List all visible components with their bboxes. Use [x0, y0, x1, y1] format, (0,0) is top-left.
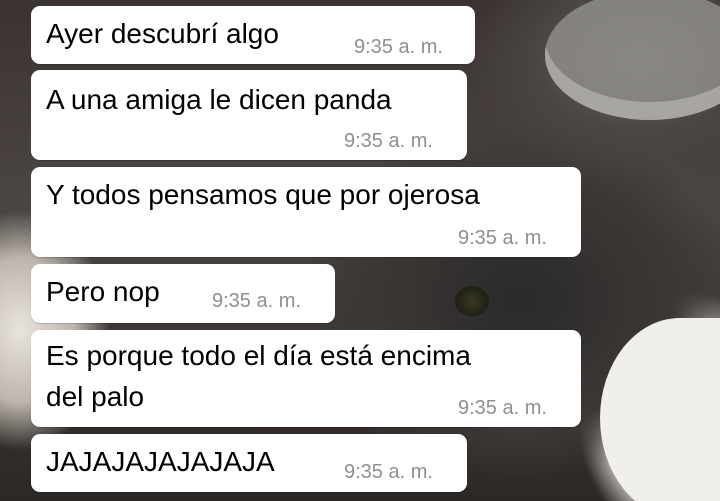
message-time: 9:35 a. m. [344, 130, 433, 152]
message-bubble[interactable]: Es porque todo el día está encima del pa… [31, 330, 581, 427]
message-text: Pero nop [46, 276, 160, 307]
wallpaper-cat-fur [600, 318, 720, 501]
message-text: Ayer descubrí algo [46, 18, 279, 49]
message-time: 9:35 a. m. [212, 290, 301, 312]
message-bubble[interactable]: JAJAJAJAJAJAJA 9:35 a. m. [31, 434, 467, 492]
message-text-line-2: del palo [46, 381, 145, 412]
message-text: A una amiga le dicen panda [46, 84, 392, 115]
message-text: Y todos pensamos que por ojerosa [46, 179, 480, 210]
message-time: 9:35 a. m. [458, 227, 547, 249]
message-time: 9:35 a. m. [344, 461, 433, 483]
message-time: 9:35 a. m. [458, 397, 547, 419]
message-time: 9:35 a. m. [354, 36, 443, 58]
wallpaper-cat-eye [455, 286, 489, 316]
message-bubble[interactable]: Ayer descubrí algo 9:35 a. m. [31, 6, 475, 64]
message-bubble[interactable]: Y todos pensamos que por ojerosa 9:35 a.… [31, 167, 581, 257]
wallpaper-background-shape [545, 0, 720, 120]
message-bubble[interactable]: Pero nop 9:35 a. m. [31, 264, 335, 323]
message-text: JAJAJAJAJAJAJA [46, 446, 275, 477]
message-bubble[interactable]: A una amiga le dicen panda 9:35 a. m. [31, 70, 467, 160]
message-text-line-1: Es porque todo el día está encima [46, 340, 471, 371]
